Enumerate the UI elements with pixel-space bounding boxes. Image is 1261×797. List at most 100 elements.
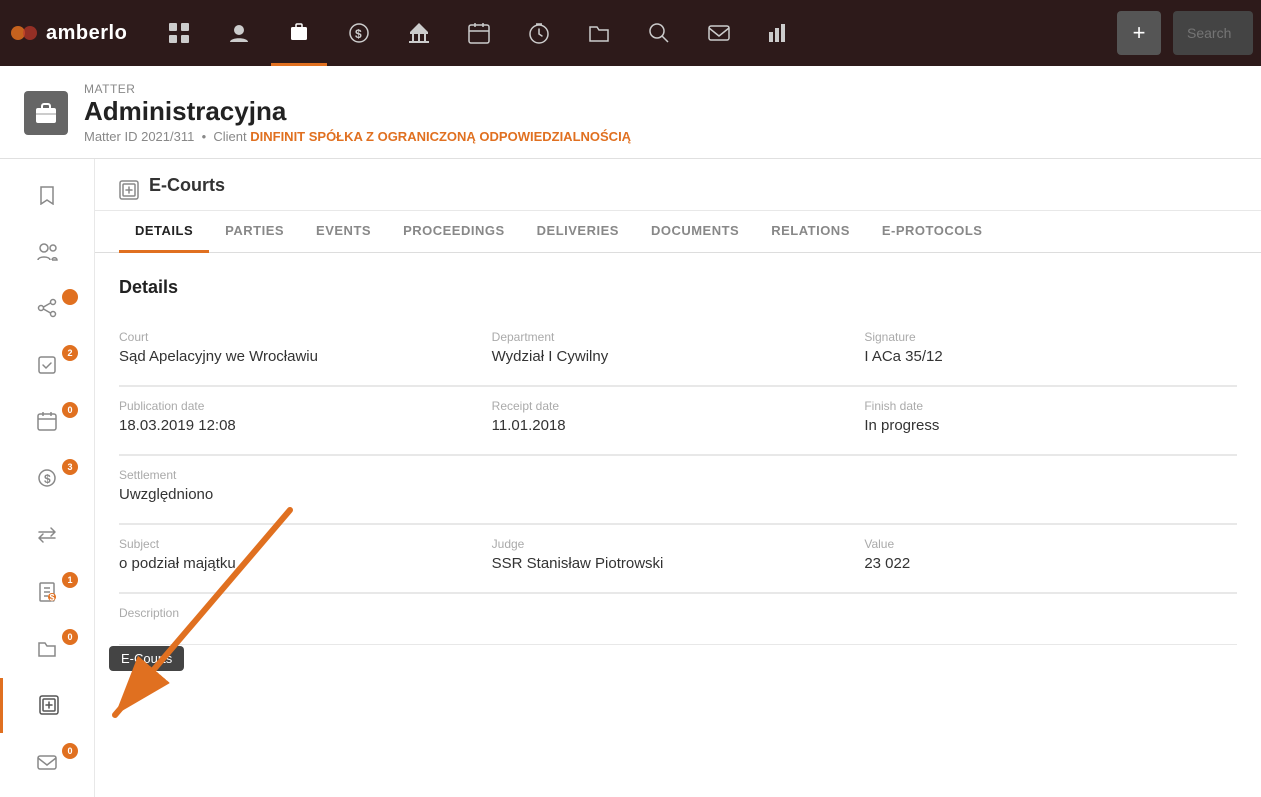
nav-documents[interactable] — [571, 0, 627, 66]
invoices-badge: 1 — [62, 572, 78, 588]
nav-search[interactable] — [631, 0, 687, 66]
department-field: Department Wydział I Cywilny — [492, 318, 865, 386]
logo[interactable]: amberlo — [8, 17, 127, 49]
publication-date-value: 18.03.2019 12:08 — [119, 417, 492, 434]
bank-icon — [408, 22, 430, 44]
tab-parties[interactable]: PARTIES — [209, 211, 300, 253]
folder2-icon — [37, 638, 57, 658]
details-heading: Details — [119, 277, 1237, 298]
receipt-date-field: Receipt date 11.01.2018 — [492, 387, 865, 455]
value-value: 23 022 — [864, 555, 1237, 572]
nav-analytics[interactable] — [751, 0, 807, 66]
invoices-icon: $ — [37, 582, 57, 602]
settlement-field: Settlement Uwzględniono — [119, 456, 1237, 524]
nav-bank[interactable] — [391, 0, 447, 66]
sidebar-item-calendar[interactable]: 0 — [0, 394, 94, 449]
analytics-icon — [768, 22, 790, 44]
nav-contacts[interactable] — [211, 0, 267, 66]
fields-row-4: Subject o podział majątku Judge SSR Stan… — [119, 525, 1237, 594]
billing2-icon: $ — [37, 468, 57, 488]
share-badge — [62, 289, 78, 305]
matter-info: Matter Administracyjna Matter ID 2021/31… — [84, 82, 631, 144]
briefcase-icon — [34, 101, 58, 125]
signature-value: I ACa 35/12 — [864, 348, 1237, 365]
tab-documents[interactable]: DOCUMENTS — [635, 211, 755, 253]
tab-events[interactable]: EVENTS — [300, 211, 387, 253]
sidebar-item-tasks[interactable]: 2 — [0, 337, 94, 392]
nav-matters[interactable] — [271, 0, 327, 66]
content-section-title: E-Courts — [149, 175, 225, 210]
ecourts-tooltip: E-Courts — [109, 646, 184, 671]
sidebar-item-transfer[interactable] — [0, 508, 94, 563]
finish-date-field: Finish date In progress — [864, 387, 1237, 455]
fields-row-3: Settlement Uwzględniono — [119, 456, 1237, 525]
signature-field: Signature I ACa 35/12 — [864, 318, 1237, 386]
people-icon — [36, 240, 58, 262]
value-label: Value — [864, 537, 1237, 551]
court-value: Sąd Apelacyjny we Wrocławiu — [119, 348, 492, 365]
judge-value: SSR Stanisław Piotrowski — [492, 555, 865, 572]
contacts-icon — [228, 22, 250, 44]
transfer-icon — [37, 525, 57, 545]
nav-calendar[interactable] — [451, 0, 507, 66]
svg-text:$: $ — [44, 472, 51, 486]
ecourts-header-icon — [119, 180, 139, 200]
matter-title: Administracyjna — [84, 96, 631, 127]
sidebar-item-ecourts[interactable]: E-Courts — [0, 678, 94, 733]
left-sidebar: 2 0 $ 3 — [0, 159, 95, 797]
description-field: Description — [119, 594, 1237, 644]
sidebar-item-folder[interactable]: 0 — [0, 621, 94, 676]
svg-text:$: $ — [50, 592, 55, 602]
share-icon — [37, 298, 57, 318]
calendar-icon — [468, 22, 490, 44]
svg-text:$: $ — [355, 27, 362, 41]
sidebar-item-billing[interactable]: $ 3 — [0, 451, 94, 506]
matter-id-label: Matter ID — [84, 129, 137, 144]
dashboard-icon — [168, 22, 190, 44]
tab-eprotocols[interactable]: E-PROTOCOLS — [866, 211, 999, 253]
email2-icon — [37, 752, 57, 772]
email2-badge: 0 — [62, 743, 78, 759]
top-navigation: amberlo $ — [0, 0, 1261, 66]
ecourts-section-icon — [119, 180, 139, 206]
sidebar-item-people[interactable] — [0, 224, 94, 279]
signature-label: Signature — [864, 330, 1237, 344]
sidebar-item-share[interactable] — [0, 281, 94, 336]
sidebar-item-invoices[interactable]: $ 1 — [0, 564, 94, 619]
tab-proceedings[interactable]: PROCEEDINGS — [387, 211, 521, 253]
subject-field: Subject o podział majątku — [119, 525, 492, 593]
logo-text: amberlo — [46, 22, 127, 45]
subject-label: Subject — [119, 537, 492, 551]
logo-icon — [8, 17, 40, 49]
tab-deliveries[interactable]: DELIVERIES — [521, 211, 635, 253]
tasks-badge: 2 — [62, 345, 78, 361]
nav-dashboard[interactable] — [151, 0, 207, 66]
nav-billing[interactable]: $ — [331, 0, 387, 66]
nav-timer[interactable] — [511, 0, 567, 66]
matter-meta: Matter ID 2021/311 • Client DINFINIT SPÓ… — [84, 129, 631, 144]
search-input[interactable] — [1173, 11, 1253, 55]
sidebar-item-bookmark[interactable] — [0, 167, 94, 222]
folder-icon — [588, 22, 610, 44]
publication-date-label: Publication date — [119, 399, 492, 413]
add-button[interactable]: + — [1117, 11, 1161, 55]
matter-id-value: 2021/311 — [141, 129, 194, 144]
settlement-label: Settlement — [119, 468, 1237, 482]
ecourts-icon — [39, 695, 59, 715]
fields-row-1: Court Sąd Apelacyjny we Wrocławiu Depart… — [119, 318, 1237, 387]
subject-value: o podział majątku — [119, 555, 492, 572]
client-link[interactable]: DINFINIT SPÓŁKA Z OGRANICZONĄ ODPOWIEDZI… — [250, 129, 631, 144]
tab-details[interactable]: DETAILS — [119, 211, 209, 253]
content-section-header: E-Courts — [95, 159, 1261, 211]
publication-date-field: Publication date 18.03.2019 12:08 — [119, 387, 492, 455]
nav-email[interactable] — [691, 0, 747, 66]
value-field: Value 23 022 — [864, 525, 1237, 593]
matter-header: Matter Administracyjna Matter ID 2021/31… — [0, 66, 1261, 159]
finish-date-value: In progress — [864, 417, 1237, 434]
tab-relations[interactable]: RELATIONS — [755, 211, 866, 253]
receipt-date-label: Receipt date — [492, 399, 865, 413]
fields-row-2: Publication date 18.03.2019 12:08 Receip… — [119, 387, 1237, 456]
sidebar-item-email[interactable]: 0 — [0, 735, 94, 790]
content-area: E-Courts DETAILS PARTIES EVENTS PROCEEDI… — [95, 159, 1261, 797]
description-label: Description — [119, 606, 1237, 620]
